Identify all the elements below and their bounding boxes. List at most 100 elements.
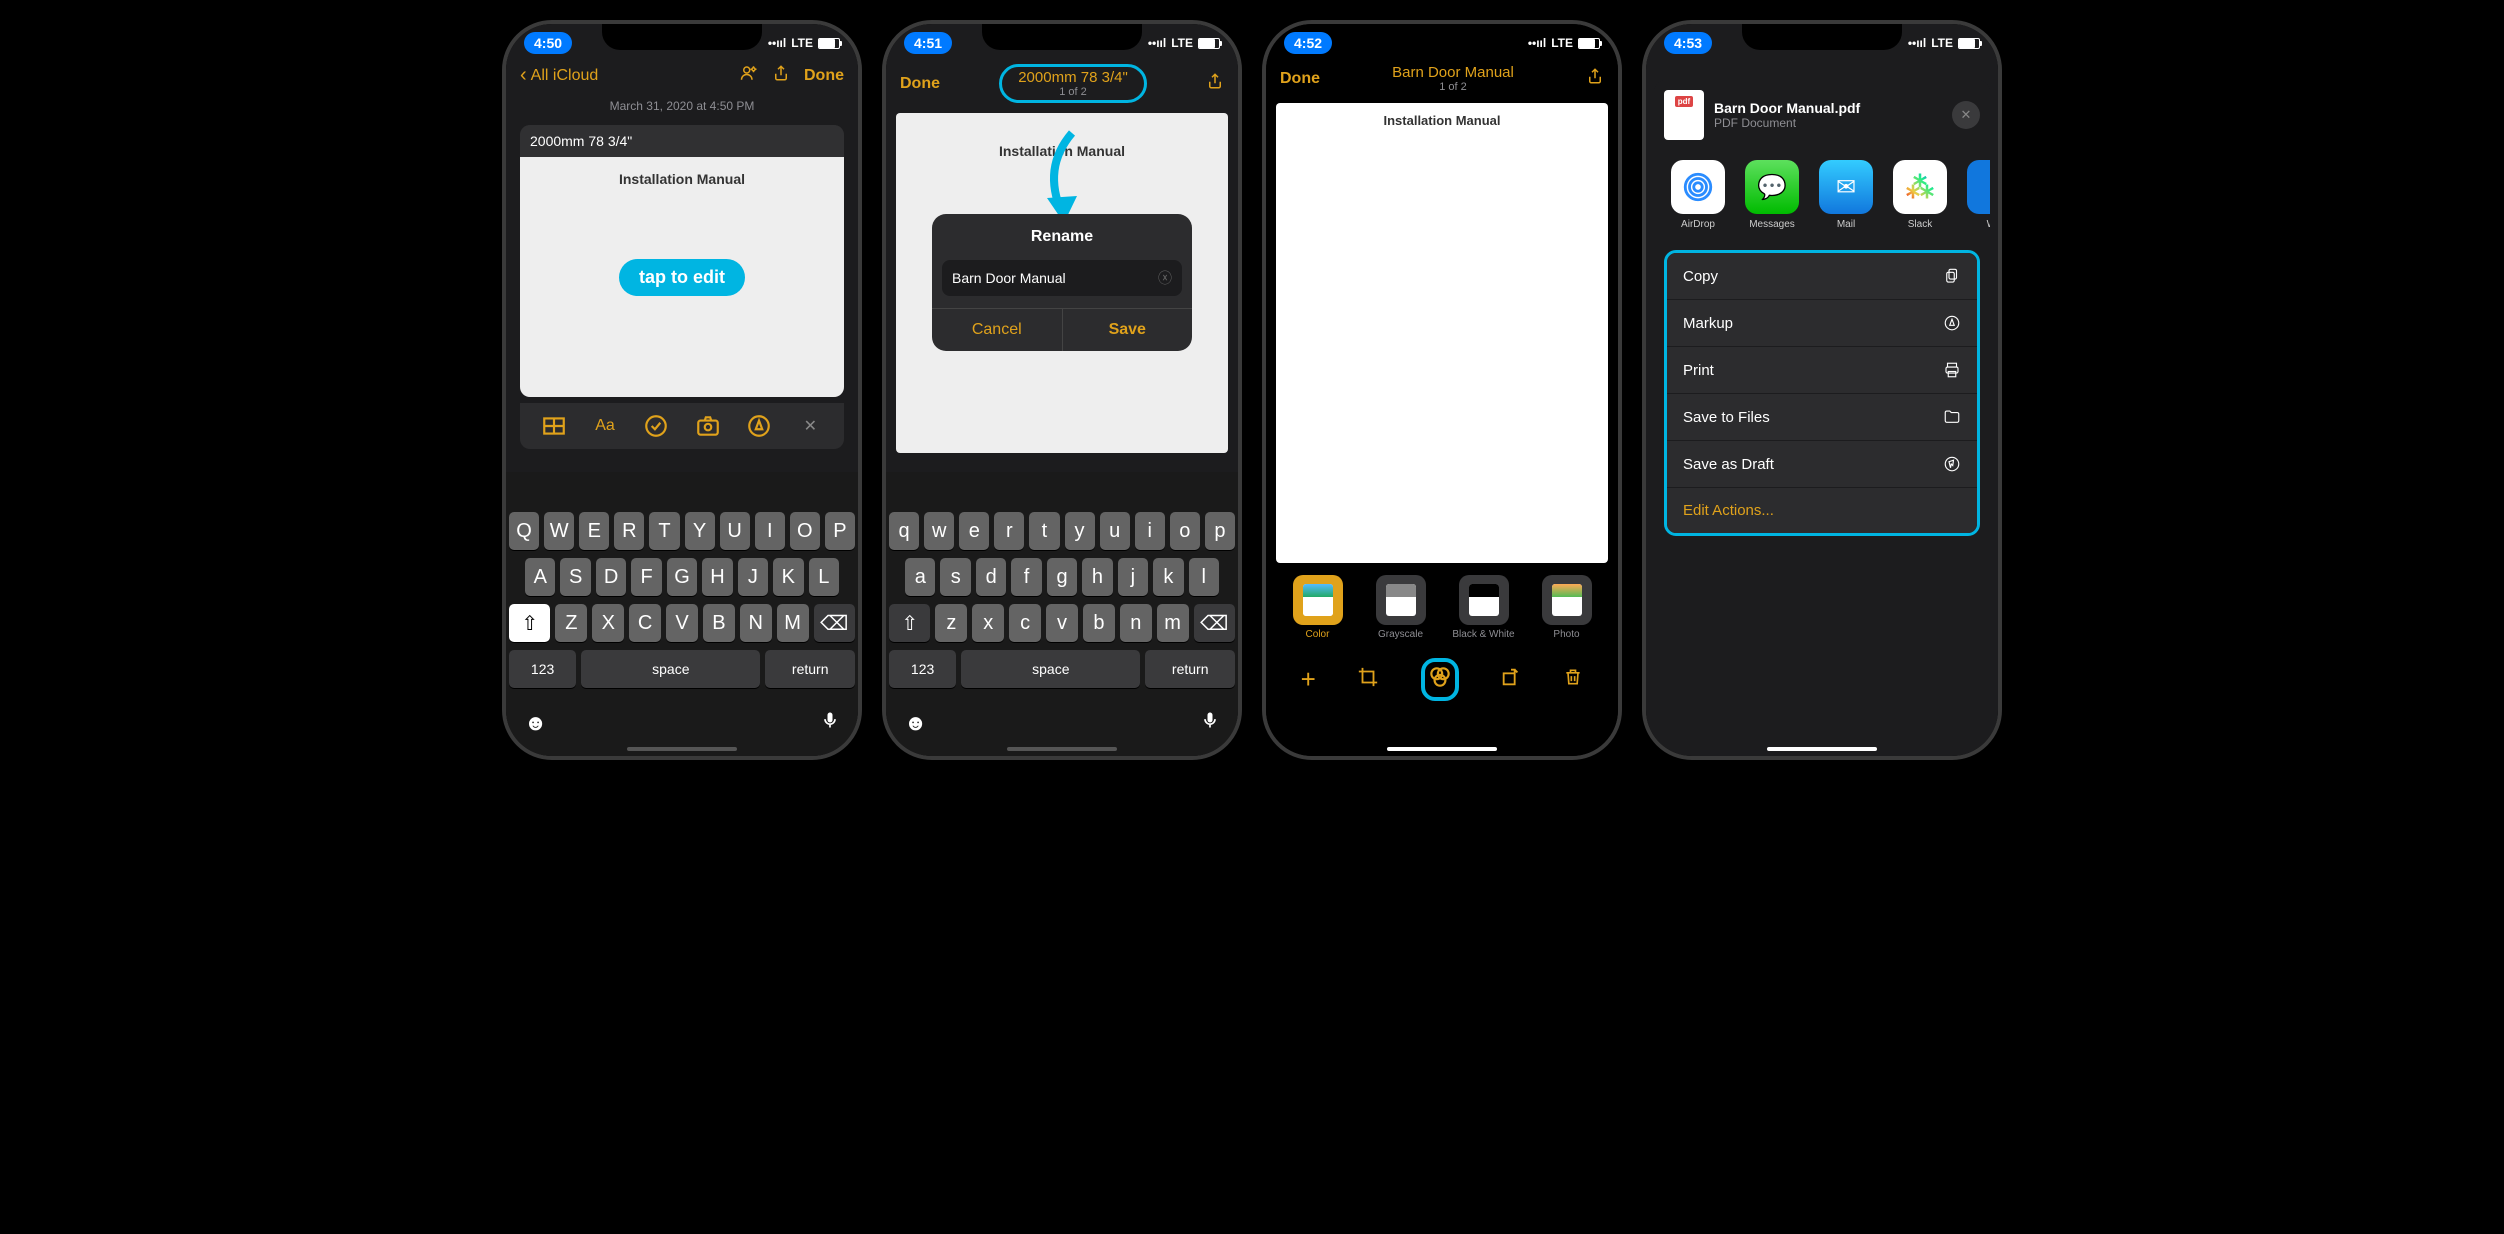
key[interactable]: F [631,558,661,596]
key[interactable]: j [1118,558,1148,596]
rotate-icon[interactable] [1500,666,1522,693]
filter-photo[interactable]: Photo [1529,575,1604,640]
key[interactable]: K [773,558,803,596]
mic-key[interactable] [1200,710,1220,736]
key[interactable]: I [755,512,785,550]
add-person-icon[interactable] [740,64,758,87]
key[interactable]: Z [555,604,587,642]
key[interactable]: e [959,512,989,550]
shift-key[interactable]: ⇧ [889,604,930,642]
key[interactable]: z [935,604,967,642]
key[interactable]: w [924,512,954,550]
cancel-button[interactable]: Cancel [932,309,1063,351]
key[interactable]: R [614,512,644,550]
rename-input[interactable]: Barn Door Manual ⓧ [942,260,1182,296]
key[interactable]: u [1100,512,1130,550]
document-title-button[interactable]: Barn Door Manual 1 of 2 [1320,64,1586,93]
share-icon[interactable] [1586,67,1604,90]
key[interactable]: k [1153,558,1183,596]
key[interactable]: h [1082,558,1112,596]
close-button[interactable]: ✕ [1952,101,1980,129]
home-indicator[interactable] [1767,747,1877,751]
key[interactable]: c [1009,604,1041,642]
key[interactable]: J [738,558,768,596]
share-icon[interactable] [772,64,790,87]
key[interactable]: C [629,604,661,642]
filter-grayscale[interactable]: Grayscale [1363,575,1438,640]
document-attachment[interactable]: 2000mm 78 3/4" Installation Manual tap t… [520,125,844,397]
key[interactable]: x [972,604,1004,642]
key[interactable]: q [889,512,919,550]
key[interactable]: a [905,558,935,596]
key[interactable]: f [1011,558,1041,596]
key[interactable]: H [702,558,732,596]
key[interactable]: N [740,604,772,642]
trash-icon[interactable] [1563,666,1583,693]
key[interactable]: d [976,558,1006,596]
key[interactable]: X [592,604,624,642]
filter-bw[interactable]: Black & White [1446,575,1521,640]
messages-app[interactable]: 💬Messages [1742,160,1802,230]
camera-icon[interactable] [695,413,721,439]
key[interactable]: g [1047,558,1077,596]
keyboard[interactable]: qwertyuiop asdfghjkl ⇧ zxcvbnm ⌫ 123 spa… [886,472,1238,756]
key[interactable]: b [1083,604,1115,642]
key[interactable]: s [940,558,970,596]
key[interactable]: m [1157,604,1189,642]
numbers-key[interactable]: 123 [889,650,956,688]
back-button[interactable]: ‹All iCloud [520,64,598,87]
crop-icon[interactable] [1357,666,1379,693]
key[interactable]: i [1135,512,1165,550]
slack-app[interactable]: ⁂Slack [1890,160,1950,230]
home-indicator[interactable] [1387,747,1497,751]
share-apps[interactable]: AirDrop 💬Messages ✉Mail ⁂Slack •Wo [1654,150,1990,240]
close-icon[interactable]: ✕ [797,413,823,439]
document-page[interactable]: Installation Manual [1276,103,1608,563]
checklist-icon[interactable] [643,413,669,439]
emoji-key[interactable]: ☻ [904,710,927,736]
table-icon[interactable] [541,413,567,439]
markup-action[interactable]: Markup [1667,300,1977,347]
share-icon[interactable] [1206,72,1224,95]
space-key[interactable]: space [581,650,760,688]
copy-action[interactable]: Copy [1667,253,1977,300]
key[interactable]: t [1029,512,1059,550]
filters-button[interactable] [1421,658,1459,701]
key[interactable]: E [579,512,609,550]
key[interactable]: r [994,512,1024,550]
key[interactable]: L [809,558,839,596]
key[interactable]: A [525,558,555,596]
return-key[interactable]: return [765,650,855,688]
save-draft-action[interactable]: Save as Draft [1667,441,1977,488]
key[interactable]: Q [509,512,539,550]
key[interactable]: B [703,604,735,642]
done-button[interactable]: Done [804,67,844,85]
filter-color[interactable]: Color [1280,575,1355,640]
key[interactable]: n [1120,604,1152,642]
print-action[interactable]: Print [1667,347,1977,394]
key[interactable]: V [666,604,698,642]
key[interactable]: U [720,512,750,550]
done-button[interactable]: Done [1280,70,1320,88]
key[interactable]: o [1170,512,1200,550]
document-title-button[interactable]: 2000mm 78 3/4" 1 of 2 [999,64,1147,103]
airdrop-app[interactable]: AirDrop [1668,160,1728,230]
mic-key[interactable] [820,710,840,736]
numbers-key[interactable]: 123 [509,650,576,688]
key[interactable]: D [596,558,626,596]
key[interactable]: v [1046,604,1078,642]
emoji-key[interactable]: ☻ [524,710,547,736]
key[interactable]: S [560,558,590,596]
key[interactable]: P [825,512,855,550]
key[interactable]: M [777,604,809,642]
key[interactable]: Y [685,512,715,550]
key[interactable]: T [649,512,679,550]
keyboard[interactable]: QWERTYUIOP ASDFGHJKL ⇧ ZXCVBNM ⌫ 123 spa… [506,472,858,756]
save-files-action[interactable]: Save to Files [1667,394,1977,441]
save-button[interactable]: Save [1063,309,1193,351]
text-format-icon[interactable]: Aa [592,413,618,439]
space-key[interactable]: space [961,650,1140,688]
markup-icon[interactable] [746,413,772,439]
key[interactable]: G [667,558,697,596]
key[interactable]: y [1065,512,1095,550]
